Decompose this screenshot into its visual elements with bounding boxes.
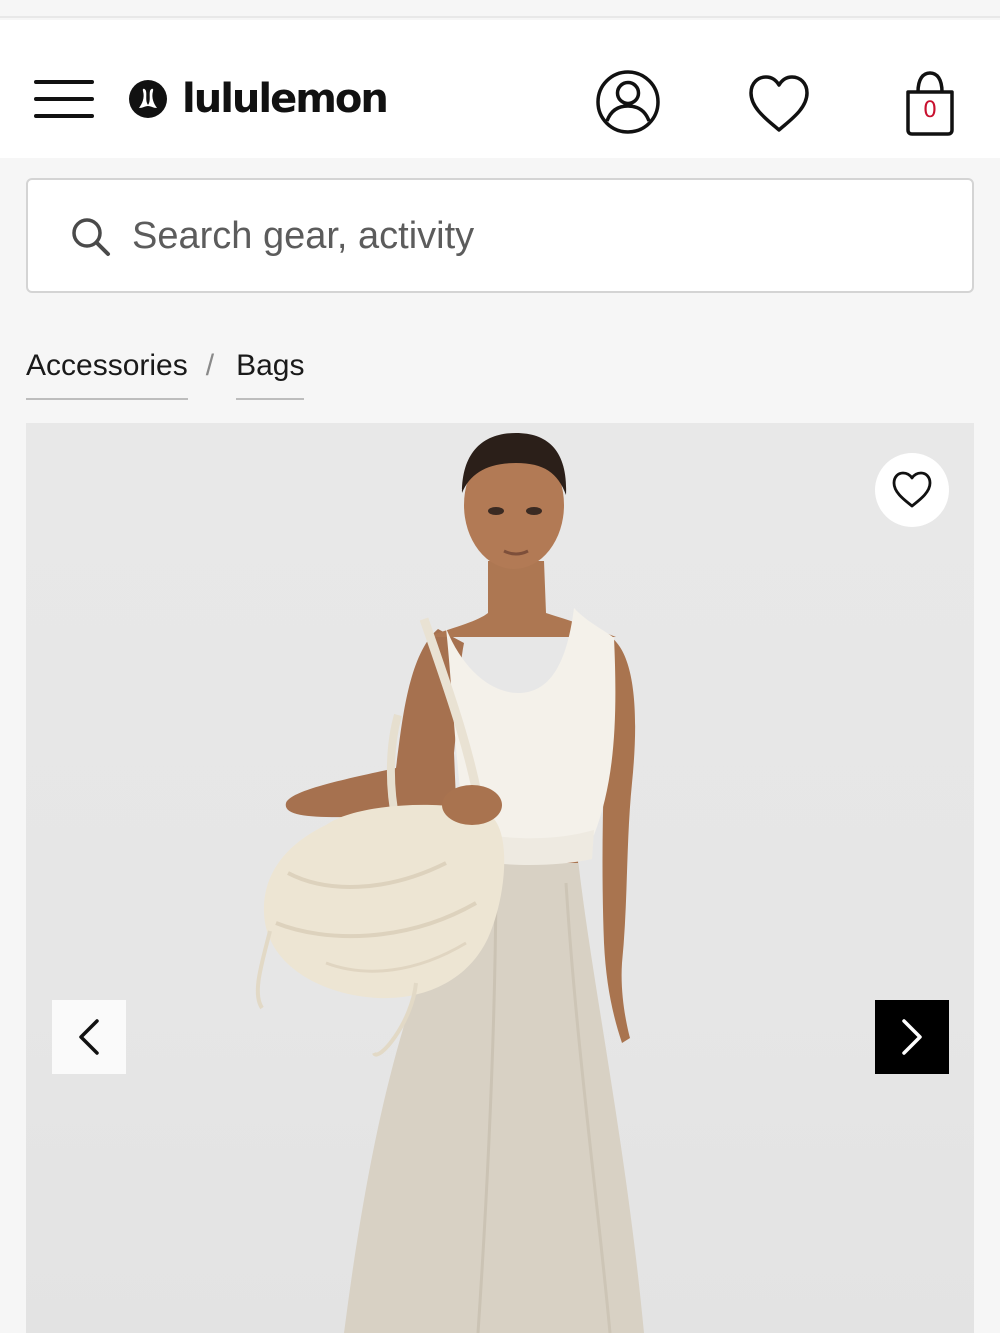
site-header: lululemon 0 xyxy=(0,20,1000,158)
status-strip xyxy=(0,0,1000,18)
chevron-right-icon xyxy=(902,1019,922,1055)
wishlist-heart-icon[interactable] xyxy=(745,72,813,136)
breadcrumb-item-bags[interactable]: Bags xyxy=(236,346,305,400)
breadcrumb-separator: / xyxy=(205,349,215,382)
account-icon[interactable] xyxy=(594,68,662,136)
bag-count-badge: 0 xyxy=(923,98,937,123)
shopping-bag-button[interactable]: 0 xyxy=(900,70,960,138)
hamburger-menu-icon[interactable] xyxy=(34,76,96,122)
breadcrumb-item-accessories[interactable]: Accessories xyxy=(26,346,188,400)
heart-icon xyxy=(892,471,932,508)
product-image-gallery xyxy=(26,423,974,1333)
search-bar[interactable] xyxy=(26,178,974,293)
brand-logo-link[interactable]: lululemon xyxy=(128,74,389,124)
favorite-button[interactable] xyxy=(875,453,949,527)
lululemon-logo-mark xyxy=(129,80,167,118)
next-image-button[interactable] xyxy=(875,1000,949,1074)
breadcrumb: Accessories / Bags xyxy=(26,346,305,402)
search-input[interactable] xyxy=(132,204,932,268)
previous-image-button[interactable] xyxy=(52,1000,126,1074)
product-photo xyxy=(255,433,644,1333)
search-icon xyxy=(72,218,110,256)
brand-name: lululemon xyxy=(182,76,389,122)
chevron-left-icon xyxy=(79,1019,99,1055)
